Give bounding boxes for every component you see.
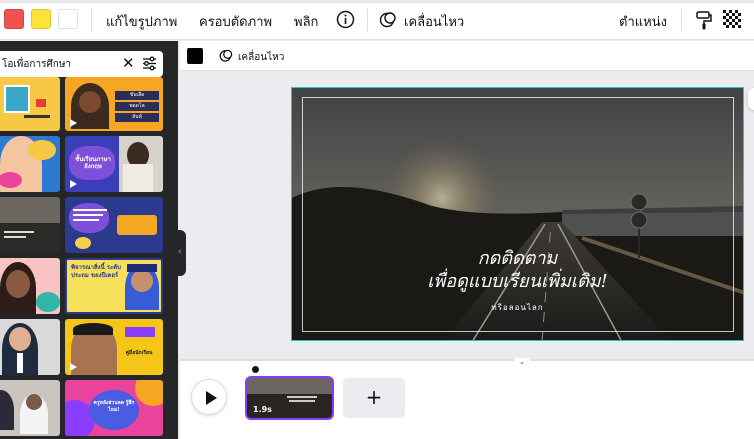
template-thumbnail[interactable]: พิจารณาสิ่งนี้ ระดับประถม ของปีเตอร์ bbox=[65, 258, 163, 314]
search-input[interactable]: โอเพื่อการศึกษา bbox=[2, 57, 71, 72]
element-toolbar: เคลื่อนไหว bbox=[180, 41, 754, 71]
template-thumbnail[interactable] bbox=[0, 197, 60, 253]
canvas-side-handle[interactable] bbox=[748, 88, 754, 110]
paint-format-icon[interactable] bbox=[695, 10, 713, 34]
animate-button[interactable]: เคลื่อนไหว bbox=[404, 11, 464, 32]
thumb-text: ครูหลังส่วนลด รู้สึกไหม! bbox=[93, 400, 135, 413]
crop-button[interactable]: ครอบตัดภาพ bbox=[199, 11, 272, 32]
color-swatch-white[interactable] bbox=[58, 9, 78, 29]
thumb-text: พิจารณาสิ่งนี้ ระดับประถม ของปีเตอร์ bbox=[71, 264, 121, 279]
search-box[interactable]: โอเพื่อการศึกษา ✕ bbox=[0, 51, 163, 77]
canvas-title-line2[interactable]: เพื่อดูแบบเรียนเพิ่มเติม! bbox=[292, 266, 743, 295]
transparency-icon[interactable] bbox=[723, 10, 741, 32]
template-thumbnail[interactable] bbox=[0, 380, 60, 436]
filter-icon[interactable] bbox=[142, 56, 157, 75]
template-thumbnail[interactable] bbox=[65, 197, 163, 253]
template-thumbnail[interactable]: ชั้นเรียนภาษาอังกฤษ bbox=[65, 136, 163, 192]
animate-icon[interactable] bbox=[379, 10, 398, 33]
toolbar-divider bbox=[91, 9, 92, 31]
thumb-text: พอดโล bbox=[115, 102, 159, 111]
edit-image-button[interactable]: แก้ไขรูปภาพ bbox=[106, 11, 177, 32]
position-button[interactable]: ตำแหน่ง bbox=[619, 11, 667, 32]
top-toolbar: แก้ไขรูปภาพ ครอบตัดภาพ พลิก เคลื่อนไหว ต… bbox=[0, 0, 754, 40]
info-icon[interactable] bbox=[336, 10, 355, 33]
template-thumbnail[interactable]: ครูหลังส่วนลด รู้สึกไหม! bbox=[65, 380, 163, 436]
clip-duration: 1.9s bbox=[253, 405, 272, 414]
play-icon bbox=[70, 180, 77, 188]
animate-button[interactable]: เคลื่อนไหว bbox=[238, 50, 284, 65]
timeline-clip[interactable]: 1.9s bbox=[245, 376, 334, 420]
text-color-swatch[interactable] bbox=[187, 48, 203, 64]
template-thumbnail[interactable] bbox=[0, 258, 60, 314]
play-button[interactable] bbox=[191, 379, 227, 415]
template-thumbnail[interactable]: ขับเลือ พอดโล สันท์ bbox=[65, 77, 163, 131]
play-icon bbox=[206, 391, 217, 405]
color-swatch-yellow[interactable] bbox=[31, 9, 51, 29]
thumb-text: สันท์ bbox=[115, 113, 159, 122]
animate-icon[interactable] bbox=[219, 48, 234, 67]
play-icon bbox=[70, 119, 77, 127]
canvas-handle-text[interactable]: ทรีอลอนไลก bbox=[292, 301, 743, 314]
play-icon bbox=[70, 363, 77, 371]
thumb-text: ขับเลือ bbox=[115, 91, 159, 100]
text-frame bbox=[302, 97, 734, 332]
panel-collapse-button[interactable]: ‹ bbox=[175, 230, 186, 276]
template-panel: โอเพื่อการศึกษา ✕ ขับเลือ พอดโล สันท์ ชั… bbox=[0, 41, 178, 439]
clear-search-icon[interactable]: ✕ bbox=[122, 55, 135, 71]
design-canvas[interactable]: กดติดตาม เพื่อดูแบบเรียนเพิ่มเติม! ทรีอล… bbox=[291, 87, 744, 341]
flip-button[interactable]: พลิก bbox=[294, 11, 318, 32]
thumb-text: ชั้นเรียนภาษาอังกฤษ bbox=[75, 156, 111, 170]
template-thumbnail[interactable] bbox=[0, 319, 60, 375]
chevron-left-icon: ‹ bbox=[178, 247, 182, 257]
add-page-button[interactable]: + bbox=[343, 378, 405, 418]
thumb-text: คู่มือนักเรียน bbox=[125, 350, 153, 356]
timeline-divider bbox=[180, 359, 754, 361]
toolbar-divider bbox=[681, 9, 682, 31]
plus-icon: + bbox=[365, 385, 383, 409]
template-thumbnail[interactable] bbox=[0, 136, 60, 192]
template-thumbnail[interactable]: คู่มือนักเรียน bbox=[65, 319, 163, 375]
color-swatch-red[interactable] bbox=[4, 9, 24, 29]
toolbar-divider bbox=[367, 9, 368, 31]
template-thumbnail[interactable] bbox=[0, 77, 60, 131]
playhead-icon[interactable] bbox=[252, 366, 259, 373]
